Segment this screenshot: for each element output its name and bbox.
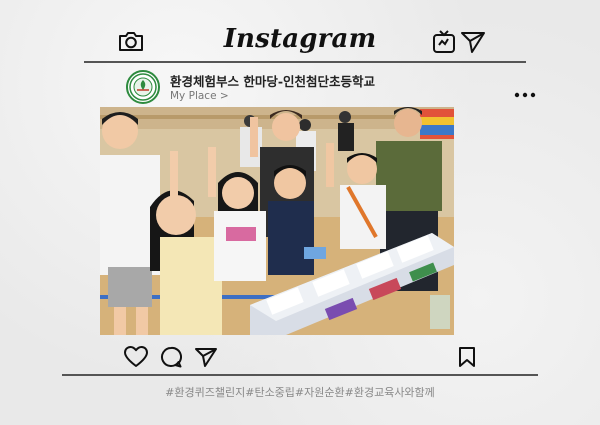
- location-link[interactable]: My Place >: [170, 90, 229, 102]
- app-brand-logo: Instagram: [223, 24, 377, 54]
- post-actions: [62, 346, 538, 370]
- bottom-divider: [62, 374, 538, 376]
- igtv-icon[interactable]: [432, 30, 456, 58]
- comment-icon[interactable]: [160, 346, 182, 372]
- more-options-icon[interactable]: [514, 84, 536, 103]
- avatar[interactable]: [126, 70, 160, 104]
- bookmark-icon[interactable]: [458, 346, 476, 372]
- top-bar: Instagram: [62, 18, 538, 64]
- post-header: 환경체험부스 한마당-인천첨단초등학교 My Place >: [126, 70, 536, 106]
- instagram-post-frame: Instagram 환경체험부스 한마당-인천첨단초등학교 My Place >…: [62, 18, 538, 408]
- account-name[interactable]: 환경체험부스 한마당-인천첨단초등학교: [170, 71, 375, 90]
- heart-icon[interactable]: [124, 346, 148, 372]
- camera-icon[interactable]: [118, 30, 144, 56]
- share-icon[interactable]: [194, 346, 218, 372]
- top-divider: [84, 61, 526, 63]
- post-hashtags[interactable]: #환경퀴즈챌린지#탄소중립#자원순환#환경교육사와함께: [62, 384, 538, 400]
- post-photo[interactable]: [100, 107, 454, 335]
- send-icon[interactable]: [460, 30, 486, 58]
